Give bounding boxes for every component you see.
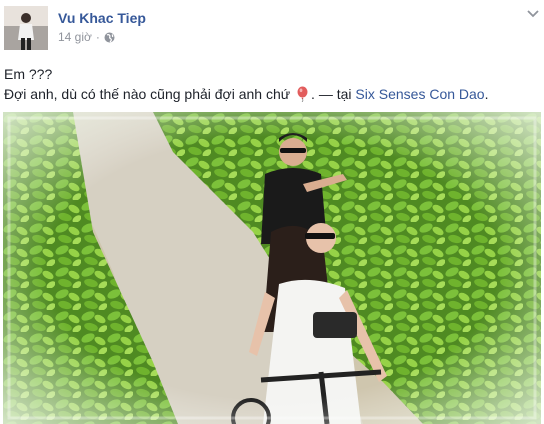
author-name[interactable]: Vu Khac Tiep bbox=[58, 10, 146, 26]
location-link[interactable]: Six Senses Con Dao bbox=[355, 86, 484, 102]
post-message: Đợi anh, dù có thế nào cũng phải đợi anh… bbox=[4, 86, 291, 102]
post-separator: . — tại bbox=[311, 86, 352, 102]
post-text-line2: Đợi anh, dù có thế nào cũng phải đợi anh… bbox=[4, 84, 540, 104]
avatar[interactable] bbox=[4, 6, 48, 50]
post-text: Em ??? Đợi anh, dù có thế nào cũng phải … bbox=[4, 64, 540, 104]
post-meta: 14 giờ · bbox=[58, 29, 115, 45]
post-time[interactable]: 14 giờ bbox=[58, 30, 92, 44]
chevron-down-icon[interactable] bbox=[526, 6, 540, 18]
facebook-post: Vu Khac Tiep 14 giờ · Em ??? Đợi anh, dù… bbox=[0, 0, 544, 424]
globe-icon[interactable] bbox=[104, 32, 115, 43]
balloon-icon bbox=[295, 86, 310, 103]
post-end: . bbox=[484, 86, 489, 102]
post-photo[interactable] bbox=[3, 112, 541, 424]
post-text-line1: Em ??? bbox=[4, 66, 53, 82]
